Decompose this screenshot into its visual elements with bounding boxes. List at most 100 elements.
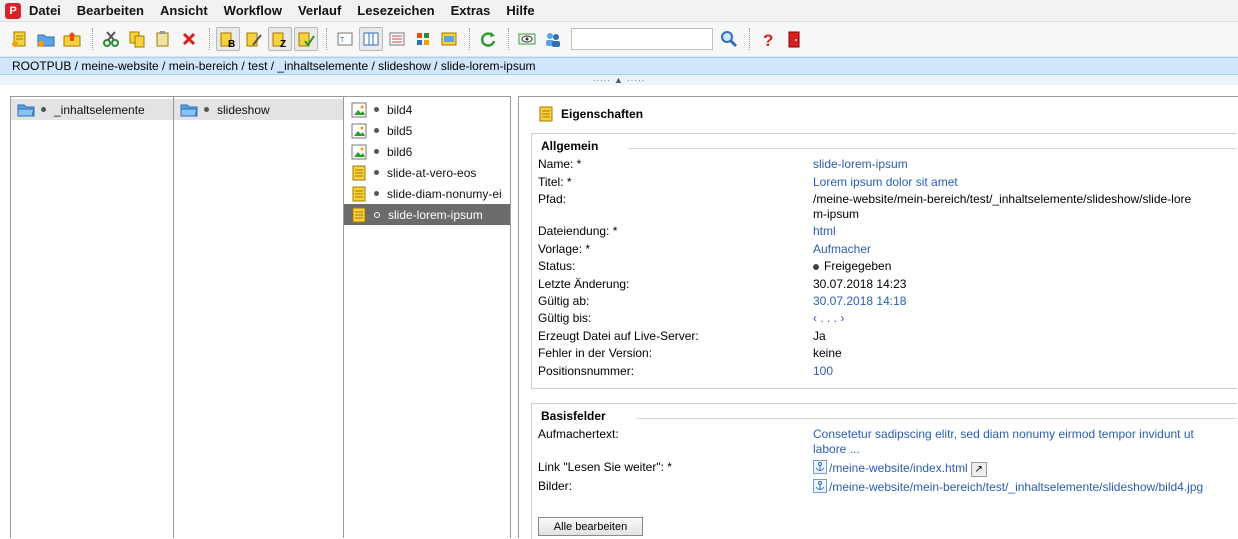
- exit-door-icon[interactable]: [782, 27, 806, 51]
- menu-ansicht[interactable]: Ansicht: [160, 3, 208, 18]
- splitter-handle[interactable]: ····· ▲ ·····: [0, 75, 1238, 85]
- list-item[interactable]: slideshow: [174, 99, 343, 120]
- section-title: Basisfelder: [541, 409, 606, 423]
- list-item[interactable]: bild5: [344, 120, 510, 141]
- menu-extras[interactable]: Extras: [451, 3, 491, 18]
- menu-lesezeichen[interactable]: Lesezeichen: [357, 3, 434, 18]
- edit-z-icon[interactable]: Z: [268, 27, 292, 51]
- svg-text:B: B: [228, 39, 235, 48]
- prop-label: Vorlage: *: [538, 242, 591, 256]
- help-icon[interactable]: ?: [756, 27, 780, 51]
- section-divider: [628, 148, 1237, 149]
- paste-icon[interactable]: [151, 27, 175, 51]
- prop-value-dateiendung[interactable]: html: [813, 224, 1233, 239]
- status-dot: [374, 128, 379, 133]
- new-folder-icon[interactable]: [34, 27, 58, 51]
- image-file-icon: [350, 122, 368, 140]
- prop-value-titel[interactable]: Lorem ipsum dolor sit amet: [813, 175, 1233, 190]
- copy-icon[interactable]: [125, 27, 149, 51]
- view-columns-icon[interactable]: [359, 27, 383, 51]
- toolbar-separator: [92, 28, 93, 50]
- link-value[interactable]: /meine-website/index.html: [829, 461, 968, 475]
- section-divider: [636, 418, 1237, 419]
- new-file-icon[interactable]: [8, 27, 32, 51]
- view-list-icon[interactable]: [385, 27, 409, 51]
- menu-verlauf[interactable]: Verlauf: [298, 3, 341, 18]
- menu-hilfe[interactable]: Hilfe: [506, 3, 534, 18]
- users-icon[interactable]: [541, 27, 565, 51]
- prop-value-letzte-aenderung: 30.07.2018 14:23: [813, 277, 907, 291]
- properties-panel: Eigenschaften Allgemein Name: * slide-lo…: [518, 96, 1238, 539]
- folder-icon: [17, 101, 35, 119]
- edit-b-icon[interactable]: B: [216, 27, 240, 51]
- list-item[interactable]: slide-at-vero-eos: [344, 162, 510, 183]
- status-dot: [374, 191, 379, 196]
- delete-icon[interactable]: [177, 27, 201, 51]
- list-item[interactable]: bild6: [344, 141, 510, 162]
- folder-icon: [180, 101, 198, 119]
- panel-title: Eigenschaften: [561, 107, 644, 121]
- list-item[interactable]: _inhaltselemente: [11, 99, 173, 120]
- status-dot: [374, 107, 379, 112]
- svg-text:T: T: [340, 37, 345, 44]
- prop-value-vorlage[interactable]: Aufmacher: [813, 242, 1233, 257]
- prop-label: Positionsnummer:: [538, 364, 635, 378]
- prop-value-link: /meine-website/index.html ↗: [813, 460, 1233, 478]
- view-title-icon[interactable]: T: [333, 27, 357, 51]
- refresh-icon[interactable]: [476, 27, 500, 51]
- status-dot: [813, 263, 819, 270]
- prop-value-live-server: Ja: [813, 329, 826, 343]
- list-item[interactable]: slide-diam-nonumy-ei: [344, 183, 510, 204]
- item-label: bild4: [387, 102, 413, 117]
- cut-icon[interactable]: [99, 27, 123, 51]
- collapse-up-icon: ▲: [614, 75, 624, 85]
- status-text: Freigegeben: [824, 259, 892, 273]
- preview-eye-icon[interactable]: [515, 27, 539, 51]
- prop-label: Bilder:: [538, 479, 573, 493]
- toolbar-separator: [326, 28, 327, 50]
- status-ring: [374, 211, 380, 218]
- status-dot: [374, 170, 379, 175]
- view-preview-icon[interactable]: [437, 27, 461, 51]
- prop-value-status: Freigegeben: [813, 259, 1233, 274]
- app-logo-icon: P: [5, 2, 21, 19]
- panel-header: Eigenschaften: [537, 105, 643, 123]
- status-dot: [41, 107, 46, 112]
- prop-value-gueltig-ab[interactable]: 30.07.2018 14:18: [813, 294, 1233, 309]
- prop-value-name[interactable]: slide-lorem-ipsum: [813, 157, 1233, 172]
- breadcrumb[interactable]: ROOTPUB / meine-website / mein-bereich /…: [0, 57, 1238, 75]
- prop-value-fehler: keine: [813, 346, 842, 360]
- upload-icon[interactable]: [60, 27, 84, 51]
- search-input[interactable]: [571, 28, 713, 50]
- prop-label: Gültig ab:: [538, 294, 590, 308]
- list-item-selected[interactable]: slide-lorem-ipsum: [344, 204, 510, 225]
- open-link-icon[interactable]: ↗: [970, 461, 987, 477]
- list-item[interactable]: bild4: [344, 99, 510, 120]
- prop-label: Status:: [538, 259, 576, 273]
- toolbar-separator: [508, 28, 509, 50]
- grip-dots-icon: ·····: [592, 75, 612, 85]
- prop-value-positionsnummer[interactable]: 100: [813, 364, 1233, 379]
- menu-bearbeiten[interactable]: Bearbeiten: [77, 3, 144, 18]
- image-link-value[interactable]: /meine-website/mein-bereich/test/_inhalt…: [829, 480, 1203, 494]
- section-allgemein: Allgemein Name: * slide-lorem-ipsum Tite…: [531, 133, 1237, 389]
- view-tiles-icon[interactable]: [411, 27, 435, 51]
- prop-value-aufmachertext[interactable]: Consetetur sadipscing elitr, sed diam no…: [813, 427, 1218, 457]
- image-file-icon: [350, 143, 368, 161]
- edit-pencil-icon[interactable]: [242, 27, 266, 51]
- menu-workflow[interactable]: Workflow: [224, 3, 282, 18]
- item-label: _inhaltselemente: [54, 102, 145, 117]
- prop-value-gueltig-bis[interactable]: ‹ . . . ›: [813, 311, 1233, 326]
- prop-label: Fehler in der Version:: [538, 346, 653, 360]
- svg-text:?: ?: [763, 31, 773, 48]
- page-file-icon: [350, 164, 368, 182]
- menu-bar: P Datei Bearbeiten Ansicht Workflow Verl…: [0, 0, 1238, 22]
- item-label: slide-lorem-ipsum: [388, 207, 483, 222]
- prop-value-pfad: /meine-website/mein-bereich/test/_inhalt…: [813, 192, 1192, 221]
- menu-datei[interactable]: Datei: [29, 3, 61, 18]
- search-icon[interactable]: [717, 27, 741, 51]
- edit-all-button[interactable]: Alle bearbeiten: [538, 517, 643, 536]
- svg-text:Z: Z: [280, 39, 286, 48]
- toolbar: B Z T ?: [0, 22, 1238, 57]
- edit-check-icon[interactable]: [294, 27, 318, 51]
